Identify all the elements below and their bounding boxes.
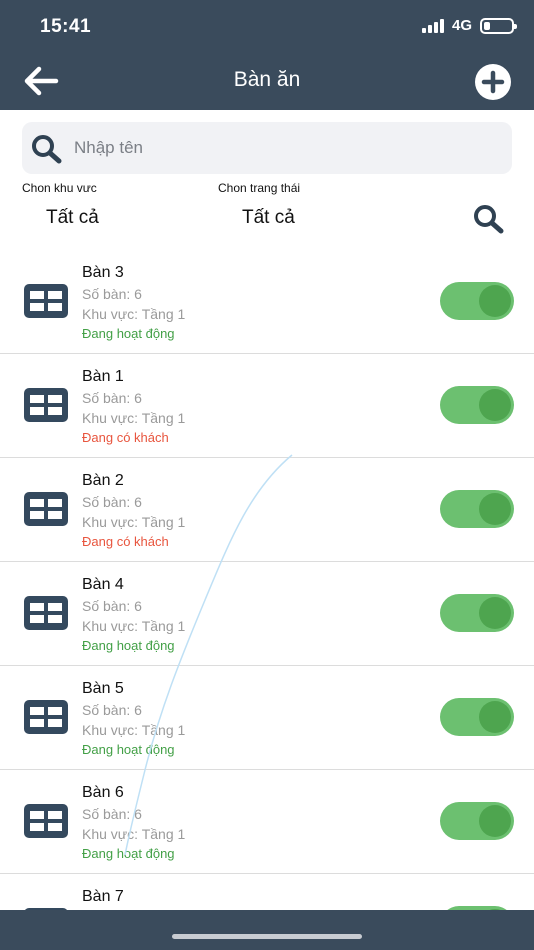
- search-icon: [474, 205, 504, 234]
- table-name: Bàn 3: [82, 264, 124, 281]
- table-area: Khu vực: Tầng 1: [82, 410, 186, 426]
- table-seats: Số bàn: 6: [82, 598, 142, 614]
- table-area: Khu vực: Tầng 1: [82, 514, 186, 530]
- table-grid-icon: [24, 596, 68, 630]
- table-name: Bàn 4: [82, 576, 124, 593]
- status-time: 15:41: [40, 16, 92, 37]
- table-seats: Số bàn: 6: [82, 494, 142, 510]
- table-status: Đang có khách: [82, 430, 169, 445]
- table-name: Bàn 1: [82, 368, 124, 385]
- table-active-toggle[interactable]: [440, 490, 514, 528]
- signal-icon: [421, 18, 444, 33]
- table-seats: Số bàn: 6: [82, 286, 142, 302]
- app-header: 15:41 4G Bàn ăn: [0, 0, 534, 110]
- table-name: Bàn 7: [82, 888, 124, 905]
- status-filter-select[interactable]: Tất cả: [242, 207, 295, 229]
- table-name: Bàn 6: [82, 784, 124, 801]
- table-row[interactable]: Bàn 4 Số bàn: 6 Khu vực: Tầng 1 Đang hoạ…: [0, 562, 534, 666]
- search-bar: [22, 122, 512, 174]
- battery-icon: [480, 17, 517, 34]
- table-active-toggle[interactable]: [440, 386, 514, 424]
- table-area: Khu vực: Tầng 1: [82, 618, 186, 634]
- search-icon: [32, 135, 62, 164]
- filter-search-button[interactable]: [472, 204, 506, 234]
- table-seats: Số bàn: 6: [82, 702, 142, 718]
- table-row[interactable]: Bàn 5 Số bàn: 6 Khu vực: Tầng 1 Đang hoạ…: [0, 666, 534, 770]
- search-input[interactable]: [74, 122, 504, 174]
- table-row[interactable]: Bàn 1 Số bàn: 6 Khu vực: Tầng 1 Đang có …: [0, 354, 534, 458]
- table-active-toggle[interactable]: [440, 802, 514, 840]
- table-area: Khu vực: Tầng 1: [82, 826, 186, 842]
- table-grid-icon: [24, 388, 68, 422]
- page-title: Bàn ăn: [233, 68, 301, 91]
- table-grid-icon: [24, 804, 68, 838]
- table-grid-icon: [24, 492, 68, 526]
- table-seats: Số bàn: 6: [82, 806, 142, 822]
- table-status: Đang hoạt động: [82, 742, 175, 757]
- table-list[interactable]: Bàn 3 Số bàn: 6 Khu vực: Tầng 1 Đang hoạ…: [0, 250, 534, 910]
- status-indicators: 4G: [421, 17, 517, 34]
- table-area: Khu vực: Tầng 1: [82, 722, 186, 738]
- status-filter-label: Chon trang thái: [218, 181, 301, 195]
- home-indicator[interactable]: [172, 934, 362, 939]
- table-seats: Số bàn: 6: [82, 390, 142, 406]
- table-status: Đang hoạt động: [82, 326, 175, 341]
- table-active-toggle[interactable]: [440, 594, 514, 632]
- table-active-toggle[interactable]: [440, 698, 514, 736]
- table-area: Khu vực: Tầng 1: [82, 306, 186, 322]
- add-table-button[interactable]: [475, 64, 511, 100]
- table-row[interactable]: Bàn 2 Số bàn: 6 Khu vực: Tầng 1 Đang có …: [0, 458, 534, 562]
- plus-circle-icon: [481, 70, 505, 94]
- area-filter-label: Chon khu vưc: [22, 181, 97, 195]
- table-name: Bàn 2: [82, 472, 124, 489]
- network-type: 4G: [451, 17, 472, 34]
- table-grid-icon: [24, 700, 68, 734]
- table-row[interactable]: Bàn 3 Số bàn: 6 Khu vực: Tầng 1 Đang hoạ…: [0, 250, 534, 354]
- bottom-bar: [0, 910, 534, 950]
- table-name: Bàn 5: [82, 680, 124, 697]
- table-active-toggle[interactable]: [440, 282, 514, 320]
- table-row[interactable]: Bàn 6 Số bàn: 6 Khu vực: Tầng 1 Đang hoạ…: [0, 770, 534, 874]
- area-filter-select[interactable]: Tất cả: [46, 207, 99, 229]
- table-status: Đang hoạt động: [82, 638, 175, 653]
- table-row[interactable]: Bàn 7: [0, 874, 534, 910]
- table-status: Đang hoạt động: [82, 846, 175, 861]
- table-grid-icon: [24, 284, 68, 318]
- table-status: Đang có khách: [82, 534, 169, 549]
